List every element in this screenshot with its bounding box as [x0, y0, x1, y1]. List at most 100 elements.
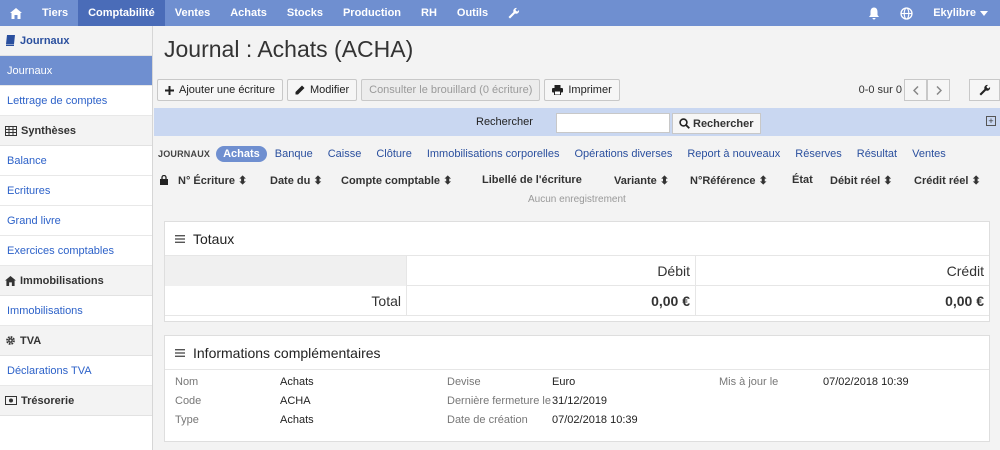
lock-icon	[160, 175, 168, 185]
info-panel-header: Informations complémentaires	[165, 336, 989, 370]
plus-icon	[165, 85, 174, 95]
list-settings-button[interactable]	[969, 79, 1000, 101]
sidebar-section-tva: TVA	[0, 326, 152, 356]
sidebar-item-exercices[interactable]: Exercices comptables	[0, 236, 152, 266]
field-label-type: Type	[175, 414, 199, 426]
tab-achats[interactable]: Achats	[216, 146, 267, 162]
wrench-icon	[508, 7, 520, 19]
totals-empty-cell	[165, 256, 407, 286]
col-header-label: Libellé de l'écriture	[482, 174, 582, 186]
tab-ventes[interactable]: Ventes	[905, 146, 953, 162]
search-button[interactable]: Rechercher	[672, 113, 761, 134]
nav-stocks[interactable]: Stocks	[277, 0, 333, 26]
col-header-label: Débit réel	[830, 175, 881, 187]
main-content: Journal : Achats (ACHA) Ajouter une écri…	[154, 26, 1000, 450]
info-panel: Informations complémentaires Nom Achats …	[164, 335, 990, 442]
sidebar-item-journaux[interactable]: Journaux	[0, 56, 152, 86]
nav-comptabilite[interactable]: Comptabilité	[78, 0, 165, 26]
chevron-right-icon	[935, 85, 942, 95]
col-header-numero[interactable]: N° Écriture ⬍	[178, 174, 247, 187]
pager-status: 0-0 sur 0	[858, 84, 902, 96]
totals-panel: Totaux Débit Crédit Total 0,00 € 0,00 €	[164, 221, 990, 322]
tab-operations-diverses[interactable]: Opérations diverses	[568, 146, 680, 162]
bell-icon	[869, 7, 880, 19]
language-button[interactable]	[890, 0, 923, 26]
nav-tiers[interactable]: Tiers	[32, 0, 78, 26]
col-header-reference[interactable]: N°Référence ⬍	[690, 174, 768, 187]
totals-title: Totaux	[193, 230, 235, 247]
settings-wrench-button[interactable]	[498, 0, 530, 26]
sidebar-item-lettrage[interactable]: Lettrage de comptes	[0, 86, 152, 116]
search-label: Rechercher	[476, 116, 533, 128]
next-page-button[interactable]	[927, 79, 950, 101]
tab-banque[interactable]: Banque	[268, 146, 320, 162]
list-icon	[175, 234, 185, 243]
field-value-mis-a-jour: 07/02/2018 10:39	[823, 376, 909, 388]
notifications-button[interactable]	[858, 0, 890, 26]
empty-table-message: Aucun enregistrement	[528, 194, 626, 205]
col-header-etat: État	[792, 174, 813, 186]
sidebar-item-declarations-tva[interactable]: Déclarations TVA	[0, 356, 152, 386]
col-header-variante[interactable]: Variante ⬍	[614, 174, 669, 187]
col-header-libelle: Libellé de l'écriture	[482, 174, 582, 186]
field-value-derniere-fermeture: 31/12/2019	[552, 395, 608, 407]
field-label-devise: Devise	[447, 376, 481, 388]
col-header-label: N°Référence	[690, 175, 756, 187]
credit-header: Crédit	[946, 263, 984, 279]
col-header-debit[interactable]: Débit réel ⬍	[830, 174, 892, 187]
col-header-date[interactable]: Date du ⬍	[270, 174, 323, 187]
journal-tabs: JOURNAUX Achats Banque Caisse Clôture Im…	[158, 145, 954, 163]
tab-resultat[interactable]: Résultat	[850, 146, 904, 162]
total-label: Total	[165, 286, 407, 316]
edit-button[interactable]: Modifier	[287, 79, 358, 101]
tab-caisse[interactable]: Caisse	[321, 146, 369, 162]
user-name: Ekylibre	[933, 7, 976, 19]
chevron-left-icon	[912, 85, 919, 95]
sidebar-item-balance[interactable]: Balance	[0, 146, 152, 176]
home-button[interactable]	[0, 0, 32, 26]
col-header-label: Variante	[614, 175, 657, 187]
top-navigation-bar: Tiers Comptabilité Ventes Achats Stocks …	[0, 0, 1000, 26]
table-header: N° Écriture ⬍ Date du ⬍ Compte comptable…	[154, 170, 1000, 190]
field-value-date-creation: 07/02/2018 10:39	[552, 414, 638, 426]
nav-ventes[interactable]: Ventes	[165, 0, 220, 26]
tabs-label: JOURNAUX	[158, 149, 211, 159]
sidebar-item-ecritures[interactable]: Ecritures	[0, 176, 152, 206]
list-icon	[175, 348, 185, 357]
tab-reserves[interactable]: Réserves	[788, 146, 848, 162]
search-button-label: Rechercher	[693, 117, 754, 130]
sidebar-section-syntheses: Synthèses	[0, 116, 152, 146]
sidebar-section-title: Trésorerie	[21, 394, 75, 407]
view-draft-button[interactable]: Consulter le brouillard (0 écriture)	[361, 79, 541, 101]
nav-rh[interactable]: RH	[411, 0, 447, 26]
tab-cloture[interactable]: Clôture	[369, 146, 418, 162]
sidebar-item-immobilisations[interactable]: Immobilisations	[0, 296, 152, 326]
col-header-compte[interactable]: Compte comptable ⬍	[341, 174, 452, 187]
add-entry-button[interactable]: Ajouter une écriture	[157, 79, 283, 101]
tab-immobilisations-corporelles[interactable]: Immobilisations corporelles	[420, 146, 567, 162]
search-input[interactable]	[556, 113, 670, 133]
print-button[interactable]: Imprimer	[544, 79, 620, 101]
col-header-credit[interactable]: Crédit réel ⬍	[914, 174, 981, 187]
previous-page-button[interactable]	[904, 79, 927, 101]
expand-search-icon[interactable]: +	[986, 116, 996, 126]
edit-label: Modifier	[310, 84, 350, 96]
info-title: Informations complémentaires	[193, 344, 381, 361]
money-icon	[5, 396, 17, 405]
home-icon	[10, 7, 22, 19]
view-draft-label: Consulter le brouillard (0 écriture)	[369, 84, 533, 96]
col-header-label: Date du	[270, 175, 311, 187]
toolbar: Ajouter une écriture Modifier Consulter …	[157, 78, 1000, 102]
nav-production[interactable]: Production	[333, 0, 411, 26]
nav-outils[interactable]: Outils	[447, 0, 498, 26]
user-menu[interactable]: Ekylibre	[923, 0, 1000, 26]
nav-achats[interactable]: Achats	[220, 0, 277, 26]
field-label-date-creation: Date de création	[447, 414, 528, 426]
page-title: Journal : Achats (ACHA)	[164, 36, 414, 62]
tab-report-a-nouveaux[interactable]: Report à nouveaux	[680, 146, 787, 162]
sidebar-item-grand-livre[interactable]: Grand livre	[0, 206, 152, 236]
field-value-devise: Euro	[552, 376, 576, 388]
col-header-label: N° Écriture	[178, 175, 235, 187]
col-header-label: État	[792, 174, 813, 186]
